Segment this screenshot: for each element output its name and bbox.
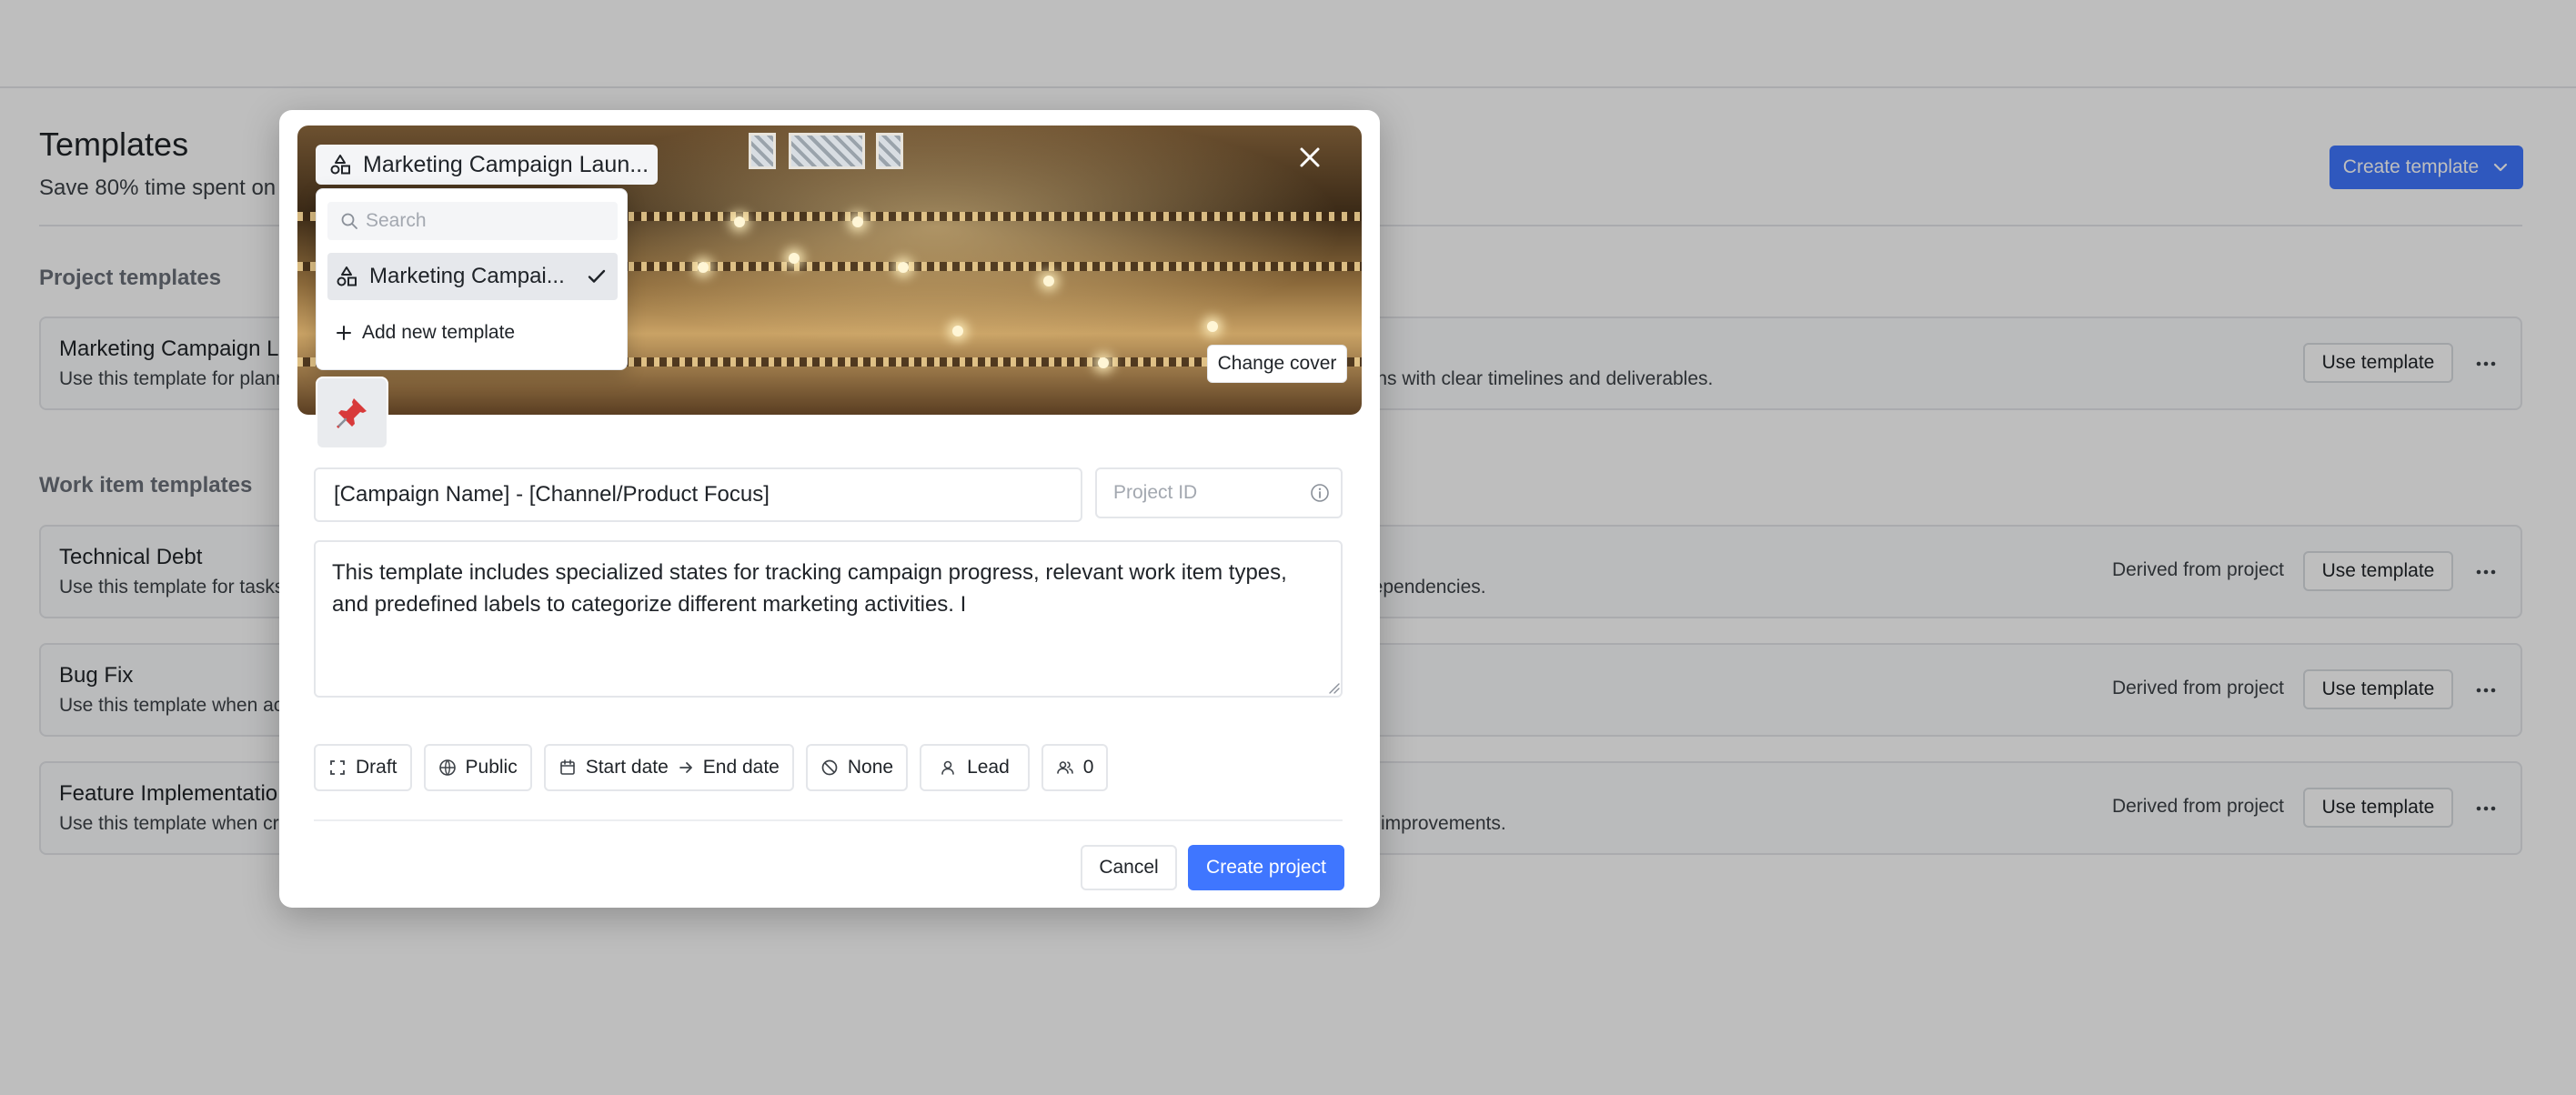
template-shapes-icon — [337, 266, 357, 286]
cover-lamp — [898, 262, 909, 273]
cover-skylight — [789, 133, 865, 169]
ban-icon — [821, 759, 838, 776]
template-selector[interactable]: Marketing Campaign Laun... — [316, 145, 658, 185]
template-dropdown: Marketing Campai... Add new template — [316, 188, 628, 370]
state-dropdown[interactable]: Draft — [314, 744, 412, 791]
priority-dropdown[interactable]: None — [805, 744, 909, 791]
cover-lamp — [789, 253, 800, 264]
project-name-input[interactable] — [314, 467, 1082, 522]
cover-lamp — [1098, 357, 1109, 368]
cover-lamp — [734, 216, 745, 227]
info-icon[interactable] — [1310, 483, 1330, 503]
lead-dropdown[interactable]: Lead — [920, 744, 1030, 791]
close-icon — [1300, 147, 1320, 167]
cover-lamp — [698, 262, 709, 273]
plus-icon — [337, 326, 351, 340]
search-icon — [341, 213, 357, 229]
add-new-template-button[interactable]: Add new template — [335, 315, 515, 351]
pushpin-icon — [337, 398, 367, 428]
cover-skylight — [876, 133, 903, 169]
change-cover-button[interactable]: Change cover — [1207, 345, 1347, 383]
project-description-textarea[interactable]: This template includes specialized state… — [314, 540, 1343, 698]
arrow-right-icon — [679, 762, 692, 773]
draft-state-icon — [330, 760, 345, 775]
cover-lamp — [1043, 276, 1054, 286]
close-modal-button[interactable] — [1293, 141, 1326, 174]
resize-grip-icon[interactable] — [1327, 681, 1340, 694]
members-dropdown[interactable]: 0 — [1041, 744, 1109, 791]
template-shapes-icon — [330, 155, 350, 175]
create-project-button[interactable]: Create project — [1188, 845, 1344, 890]
start-date-label: Start date — [585, 757, 669, 778]
cover-lamp — [852, 216, 863, 227]
project-emoji-picker[interactable] — [316, 377, 388, 449]
dropdown-search-input[interactable] — [366, 210, 602, 232]
cover-lamp — [1207, 321, 1218, 332]
dropdown-item-label: Marketing Campai... — [369, 264, 565, 288]
members-count: 0 — [1082, 757, 1094, 778]
priority-label: None — [847, 757, 894, 778]
visibility-label: Public — [465, 757, 518, 778]
state-label: Draft — [356, 757, 397, 778]
visibility-dropdown[interactable]: Public — [423, 744, 532, 791]
project-properties: Draft Public Start date End date None Le… — [314, 744, 1109, 791]
cover-lamp — [952, 326, 963, 337]
modal-footer-divider — [314, 819, 1343, 821]
cover-skylight — [749, 133, 776, 169]
globe-icon — [438, 759, 456, 776]
calendar-icon — [559, 759, 575, 775]
user-icon — [941, 760, 954, 775]
check-icon — [588, 269, 606, 283]
cancel-button[interactable]: Cancel — [1081, 845, 1177, 890]
end-date-label: End date — [702, 757, 780, 778]
create-project-modal: Change cover Marketing Campaign Laun... … — [279, 110, 1380, 908]
dropdown-item-selected[interactable]: Marketing Campai... — [327, 253, 618, 300]
project-id-field[interactable] — [1095, 467, 1343, 518]
dropdown-search[interactable] — [327, 202, 618, 240]
project-id-input[interactable] — [1113, 469, 1295, 517]
template-selector-label: Marketing Campaign Laun... — [363, 151, 649, 177]
lead-label: Lead — [967, 757, 1010, 778]
add-new-template-label: Add new template — [362, 322, 516, 343]
users-icon — [1056, 761, 1073, 774]
date-range-picker[interactable]: Start date End date — [543, 744, 794, 791]
